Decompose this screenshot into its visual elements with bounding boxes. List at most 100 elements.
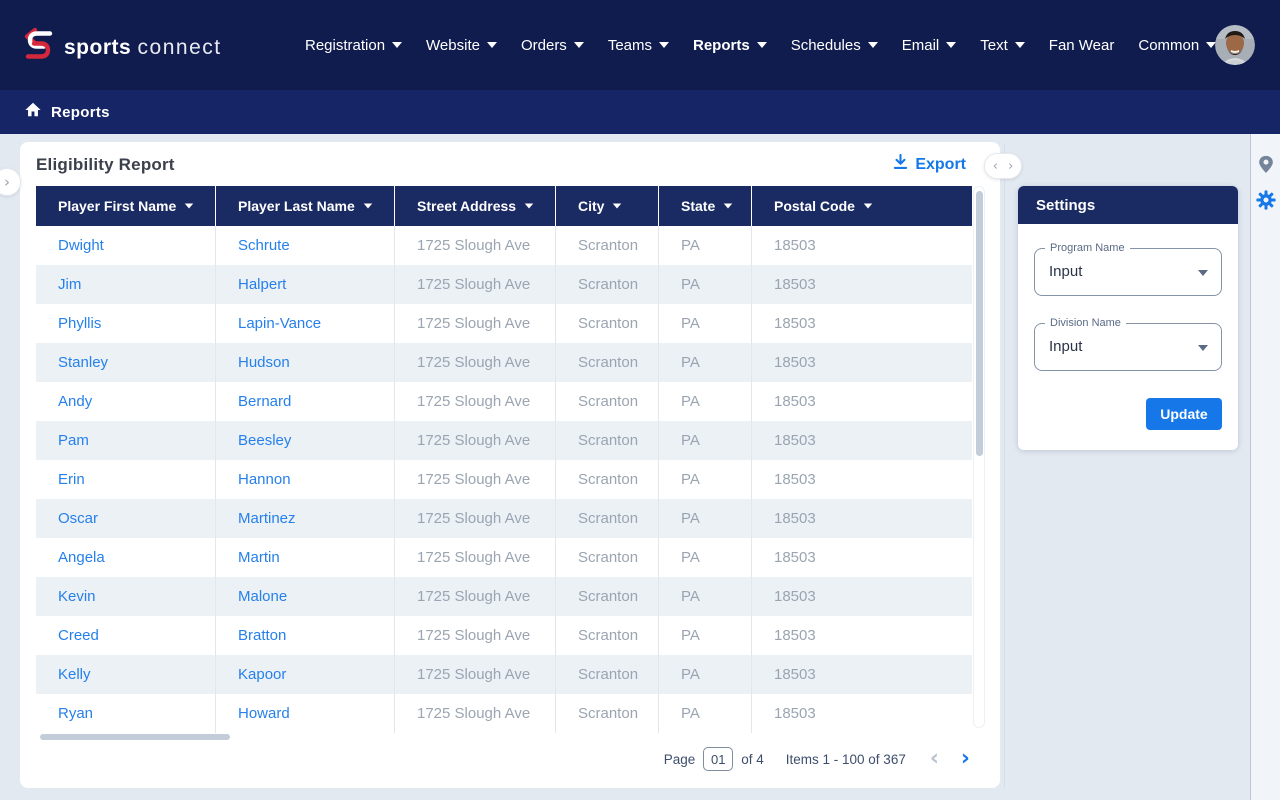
cell-player-last-name[interactable]: Beesley [216,421,395,460]
cell-player-first-name[interactable]: Dwight [36,226,216,265]
cell-postal-code: 18503 [774,588,816,605]
column-header-street-address[interactable]: Street Address [395,186,556,226]
cell-player-last-name[interactable]: Kapoor [216,655,395,694]
expand-panel-button[interactable]: › [0,168,21,196]
chevron-down-icon [723,203,733,209]
page-title: Eligibility Report [36,155,175,174]
brand-name: sports connect [64,35,222,59]
chevron-down-icon [185,203,194,209]
table-row: Jim Halpert 1725 Slough Ave Scranton PA … [36,265,972,304]
cell-city: Scranton [556,421,659,460]
chevron-down-icon [946,42,957,48]
cell-state: PA [659,460,752,499]
cell-postal-code: 18503 [774,549,816,566]
column-header-player-first-name[interactable]: Player First Name [36,186,216,226]
settings-panel-title: Settings [1018,186,1238,224]
cell-state: PA [659,265,752,304]
export-button[interactable]: Export [893,153,966,175]
nav-item-orders[interactable]: Orders [521,37,584,54]
chevron-right-icon: › [4,173,10,191]
location-pin-icon[interactable] [1256,153,1276,182]
chevrons-left-right-icon: ‹ › [992,158,1017,174]
page-number-input[interactable] [703,747,734,771]
cell-player-first-name[interactable]: Kelly [36,655,216,694]
table-row: Pam Beesley 1725 Slough Ave Scranton PA … [36,421,972,460]
horizontal-scrollbar-thumb[interactable] [40,734,230,740]
cell-player-first-name[interactable]: Erin [36,460,216,499]
vertical-scrollbar[interactable] [973,186,985,728]
cell-street-address: 1725 Slough Ave [395,226,556,265]
cell-postal-code: 18503 [774,627,816,644]
cell-player-last-name[interactable]: Martinez [216,499,395,538]
nav-item-teams[interactable]: Teams [608,37,669,54]
table-row: Angela Martin 1725 Slough Ave Scranton P… [36,538,972,577]
cell-player-last-name[interactable]: Malone [216,577,395,616]
nav-item-common[interactable]: Common [1138,37,1217,54]
nav-item-reports[interactable]: Reports [693,37,767,54]
cell-street-address: 1725 Slough Ave [395,538,556,577]
cell-city: Scranton [556,616,659,655]
cell-player-first-name[interactable]: Jim [36,265,216,304]
home-icon[interactable] [24,101,42,123]
previous-page-button[interactable]: ‹ [930,748,939,770]
cell-player-last-name[interactable]: Bratton [216,616,395,655]
cell-city: Scranton [556,460,659,499]
vertical-scrollbar-thumb[interactable] [976,191,983,456]
nav-item-text[interactable]: Text [980,37,1025,54]
column-header-state[interactable]: State [659,186,752,226]
cell-city: Scranton [556,343,659,382]
cell-street-address: 1725 Slough Ave [395,499,556,538]
cell-player-last-name[interactable]: Halpert [216,265,395,304]
cell-state: PA [659,304,752,343]
cell-street-address: 1725 Slough Ave [395,694,556,733]
column-header-label: Postal Code [774,198,855,214]
cell-player-first-name[interactable]: Angela [36,538,216,577]
resize-columns-button[interactable]: ‹ › [984,153,1022,179]
column-header-player-last-name[interactable]: Player Last Name [216,186,395,226]
table-row: Kelly Kapoor 1725 Slough Ave Scranton PA… [36,655,972,694]
next-page-button[interactable]: › [961,748,970,770]
cell-player-last-name[interactable]: Howard [216,694,395,733]
cell-player-first-name[interactable]: Oscar [36,499,216,538]
cell-player-last-name[interactable]: Bernard [216,382,395,421]
cell-player-first-name[interactable]: Ryan [36,694,216,733]
top-navbar: sports connect Registration Website Orde… [0,0,1280,90]
cell-player-first-name[interactable]: Andy [36,382,216,421]
nav-item-website[interactable]: Website [426,37,497,54]
field-selected-value: Input [1049,338,1083,355]
cell-player-first-name[interactable]: Creed [36,616,216,655]
cell-player-last-name[interactable]: Martin [216,538,395,577]
cell-player-last-name[interactable]: Hudson [216,343,395,382]
cell-state: PA [659,655,752,694]
cell-player-last-name[interactable]: Hannon [216,460,395,499]
update-button[interactable]: Update [1146,398,1222,430]
column-header-label: State [681,198,716,214]
select-field-program-name[interactable]: Program Name Input [1034,242,1222,296]
brand-logo[interactable]: sports connect [22,27,222,68]
column-header-postal-code[interactable]: Postal Code [752,186,972,226]
column-header-city[interactable]: City [556,186,659,226]
cell-player-last-name[interactable]: Schrute [216,226,395,265]
cell-player-first-name[interactable]: Kevin [36,577,216,616]
chevron-down-icon [363,203,372,209]
cell-state: PA [659,694,752,733]
nav-item-fan-wear[interactable]: Fan Wear [1049,37,1115,54]
pagination: Page of 4 Items 1 - 100 of 367 ‹ › [664,744,970,774]
cell-state: PA [659,577,752,616]
nav-item-email[interactable]: Email [902,37,957,54]
breadcrumb-label[interactable]: Reports [51,104,110,121]
nav-item-label: Text [980,36,1008,54]
cell-player-first-name[interactable]: Pam [36,421,216,460]
user-avatar[interactable] [1215,25,1255,65]
cell-player-first-name[interactable]: Stanley [36,343,216,382]
nav-item-registration[interactable]: Registration [305,37,403,54]
cell-player-last-name[interactable]: Lapin-Vance [216,304,395,343]
cell-player-first-name[interactable]: Phyllis [36,304,216,343]
cell-city: Scranton [556,265,659,304]
nav-item-schedules[interactable]: Schedules [791,37,878,54]
nav-item-label: Email [901,36,940,54]
column-header-label: Street Address [417,198,517,214]
select-field-division-name[interactable]: Division Name Input [1034,317,1222,371]
download-icon [893,153,908,175]
gear-icon[interactable] [1256,190,1276,215]
